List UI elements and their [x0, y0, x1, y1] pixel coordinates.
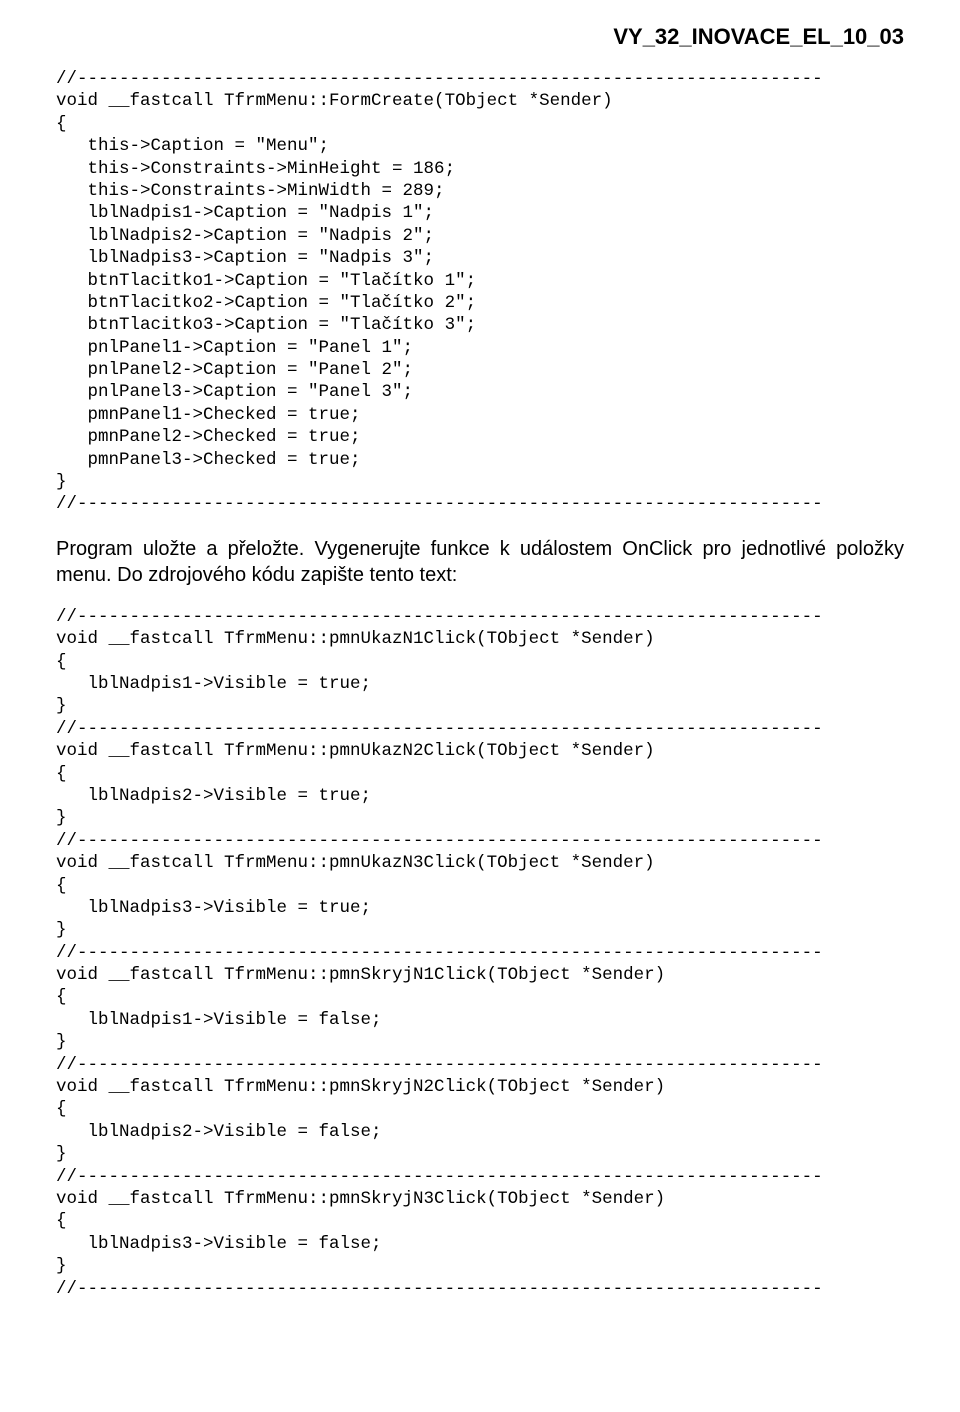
- code-block-formcreate: //--------------------------------------…: [56, 68, 904, 516]
- rule-line: //--------------------------------------…: [56, 1279, 823, 1299]
- code-body: void __fastcall TfrmMenu::pmnSkryjN2Clic…: [56, 1077, 665, 1164]
- code-body: void __fastcall TfrmMenu::pmnUkazN3Click…: [56, 853, 655, 940]
- code-block-ukazn1: //--------------------------------------…: [56, 606, 904, 1300]
- rule-line: //--------------------------------------…: [56, 719, 823, 739]
- rule-line: //--------------------------------------…: [56, 69, 823, 89]
- page: VY_32_INOVACE_EL_10_03 //---------------…: [0, 0, 960, 1412]
- rule-line: //--------------------------------------…: [56, 1055, 823, 1075]
- rule-line: //--------------------------------------…: [56, 831, 823, 851]
- rule-line: //--------------------------------------…: [56, 1167, 823, 1187]
- code-body: void __fastcall TfrmMenu::pmnUkazN1Click…: [56, 629, 655, 716]
- rule-line: //--------------------------------------…: [56, 607, 823, 627]
- code-body: void __fastcall TfrmMenu::pmnSkryjN3Clic…: [56, 1189, 665, 1276]
- code-body: void __fastcall TfrmMenu::FormCreate(TOb…: [56, 91, 613, 492]
- rule-line: //--------------------------------------…: [56, 494, 823, 514]
- code-body: void __fastcall TfrmMenu::pmnUkazN2Click…: [56, 741, 655, 828]
- code-body: void __fastcall TfrmMenu::pmnSkryjN1Clic…: [56, 965, 665, 1052]
- rule-line: //--------------------------------------…: [56, 943, 823, 963]
- instruction-paragraph: Program uložte a přeložte. Vygenerujte f…: [56, 536, 904, 588]
- document-id: VY_32_INOVACE_EL_10_03: [56, 24, 904, 50]
